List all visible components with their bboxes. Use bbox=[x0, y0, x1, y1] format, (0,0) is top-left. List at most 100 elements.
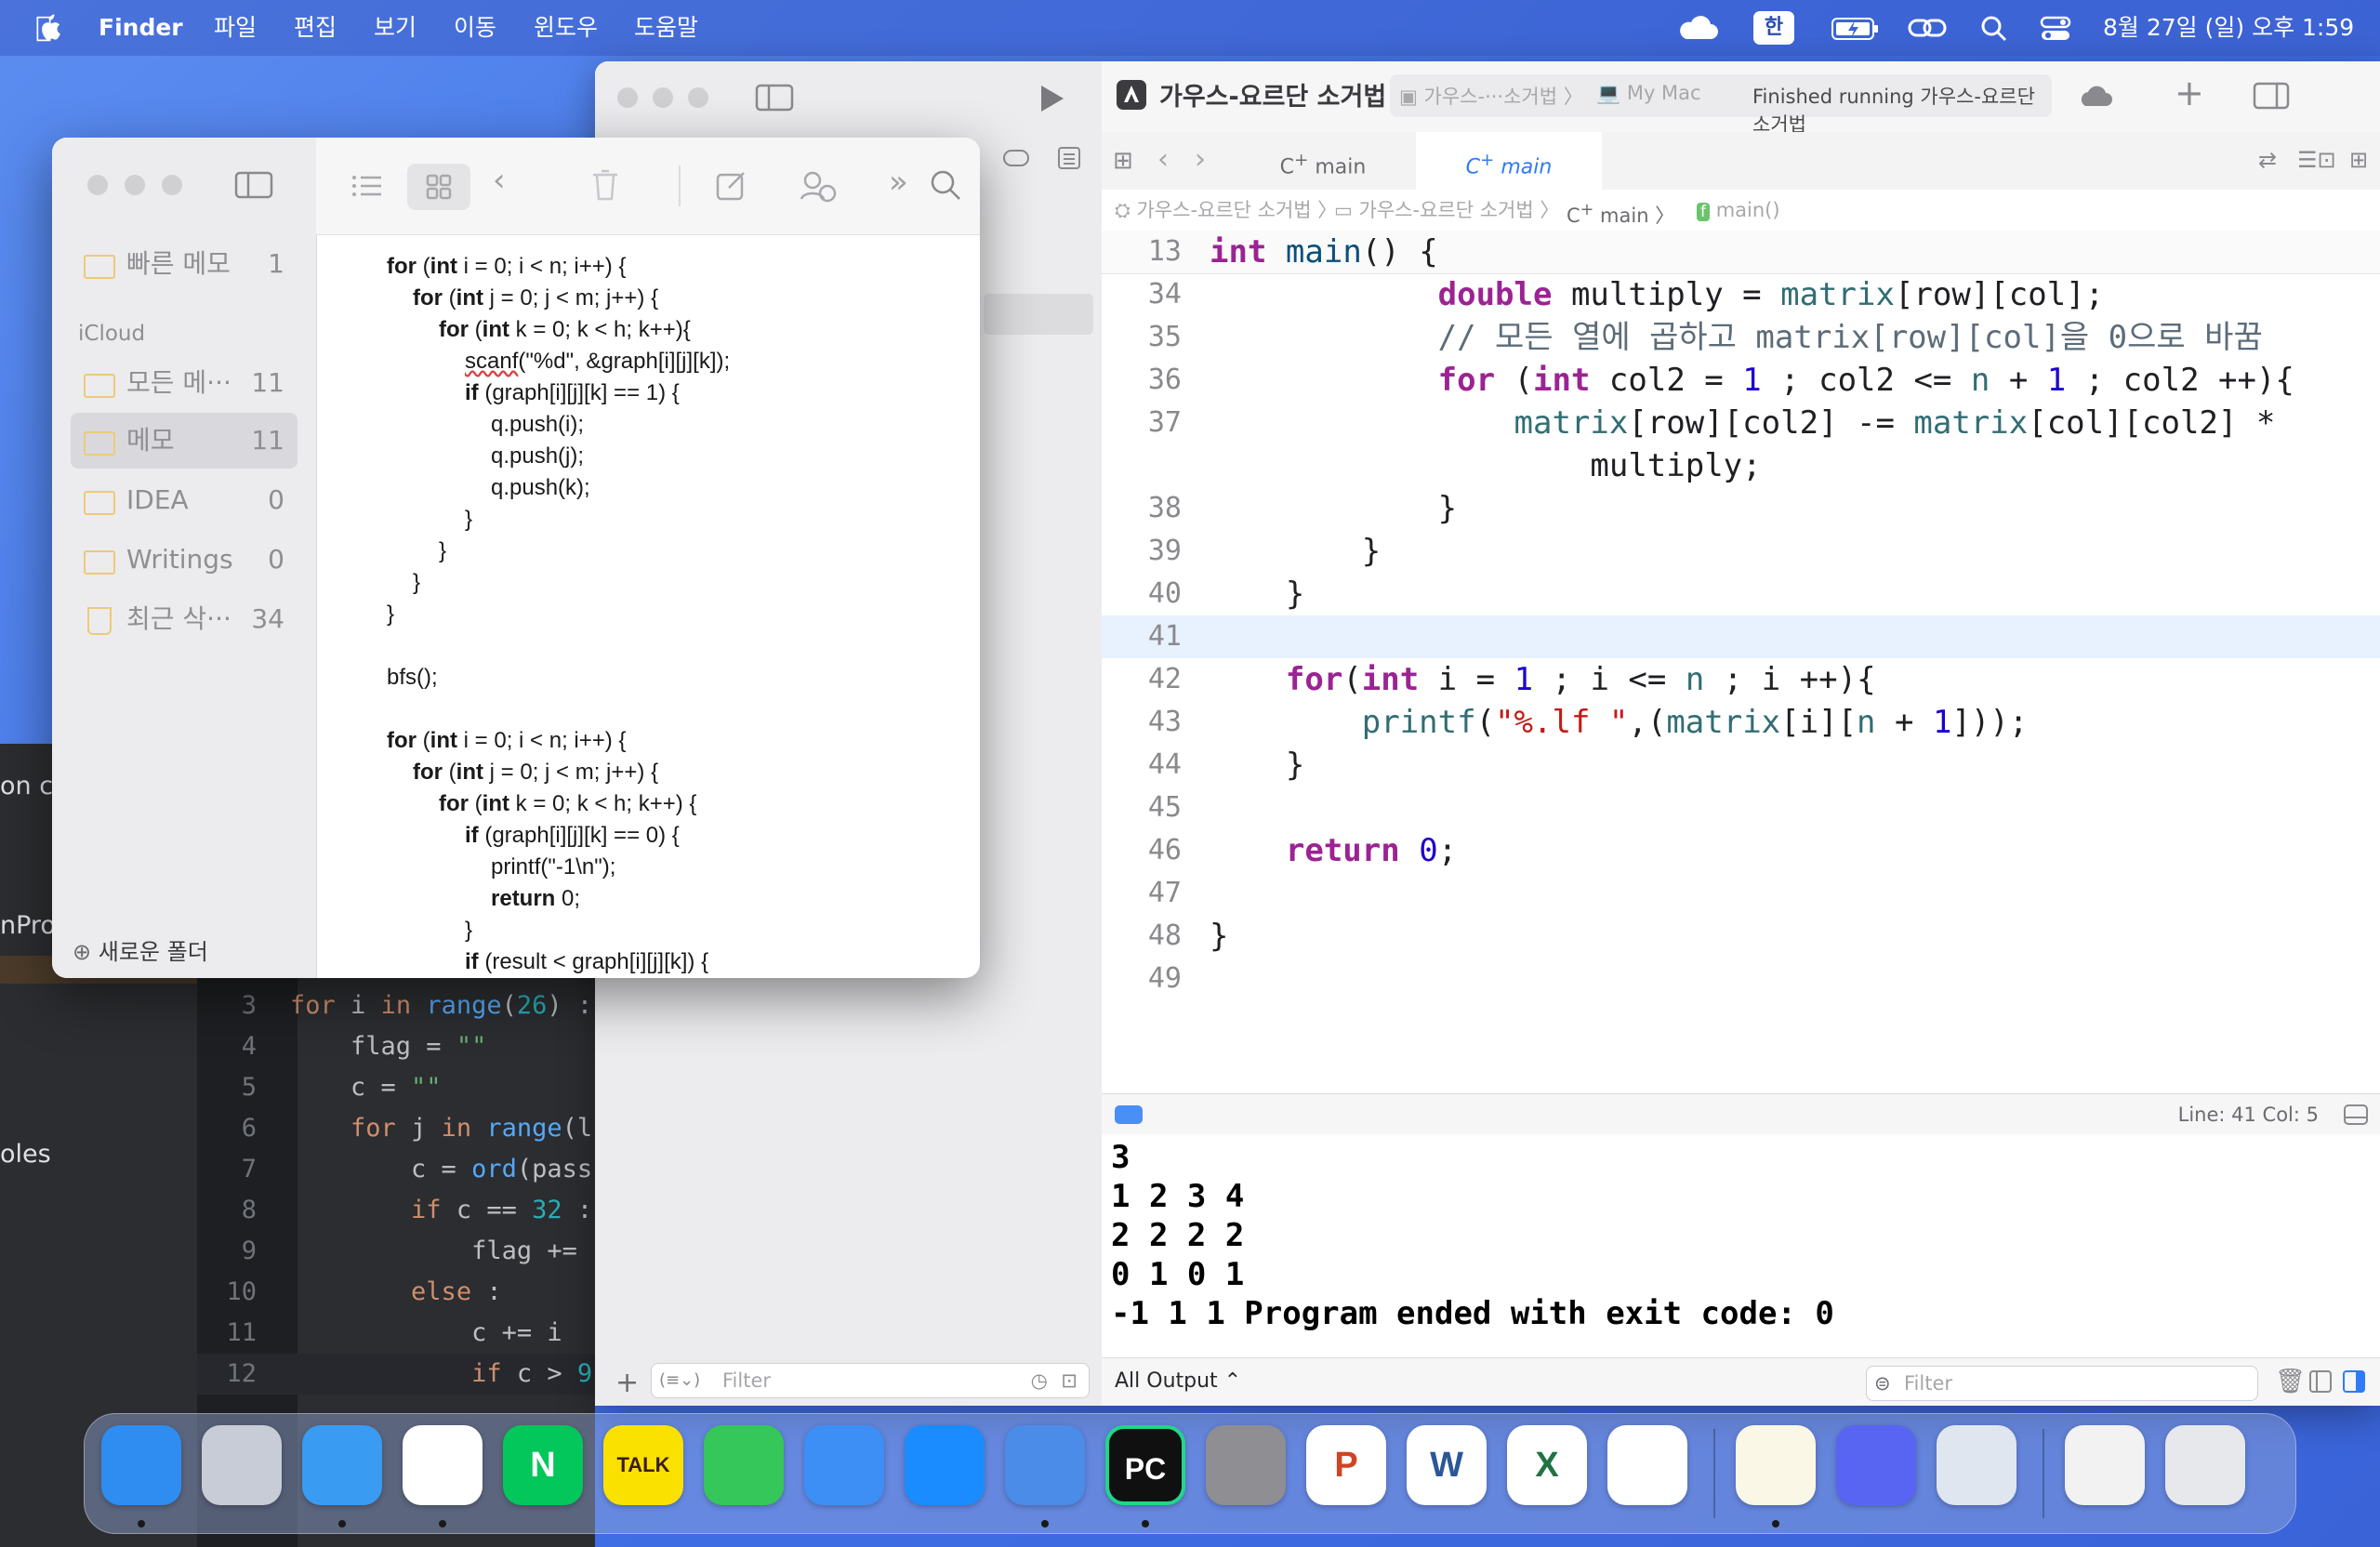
powerpoint-app-icon[interactable]: P bbox=[1306, 1425, 1386, 1505]
code-line[interactable]: 47 bbox=[1102, 872, 2380, 915]
menu-app-name[interactable]: Finder bbox=[99, 0, 183, 56]
code-line[interactable]: 6 for j in range(l bbox=[197, 1108, 595, 1149]
collaborate-icon[interactable] bbox=[800, 167, 837, 203]
folder-idea[interactable]: IDEA 0 bbox=[71, 472, 298, 528]
back-icon[interactable]: ‹ bbox=[1157, 143, 1169, 176]
menu-view[interactable]: 보기 bbox=[374, 0, 416, 56]
recent-files-icon[interactable]: ◷ bbox=[1031, 1364, 1048, 1397]
compose-icon[interactable] bbox=[716, 169, 747, 201]
discord-app-icon[interactable] bbox=[1836, 1425, 1916, 1505]
output-filter-select[interactable]: All Output ⌃ bbox=[1115, 1369, 1241, 1393]
control-center-icon[interactable] bbox=[2040, 15, 2071, 43]
code-line[interactable]: 45 bbox=[1102, 787, 2380, 829]
code-editor[interactable]: 13 int main() {34 double multiply = matri… bbox=[1102, 231, 2380, 1093]
cloud-status-icon[interactable] bbox=[2078, 84, 2115, 110]
minimize-button[interactable] bbox=[653, 87, 673, 108]
code-line[interactable]: 9 flag += bbox=[197, 1231, 595, 1272]
code-line[interactable]: multiply; bbox=[1102, 444, 2380, 487]
new-folder-button[interactable]: ⊕ 새로운 폴더 bbox=[73, 933, 208, 966]
console-filter-input[interactable]: ⊜ Filter bbox=[1866, 1366, 2258, 1401]
list-icon[interactable] bbox=[1056, 145, 1082, 171]
folder-recently-deleted[interactable]: 최근 삭··· 34 bbox=[71, 591, 298, 647]
breadcrumb-folder[interactable]: ▭ 가우스-요르단 소거법 〉 bbox=[1334, 190, 1559, 231]
input-method-indicator[interactable]: 한 bbox=[1753, 11, 1794, 45]
breadcrumb-project[interactable]: ⛭ 가우스-요르단 소거법 〉 bbox=[1115, 190, 1337, 231]
spotlight-search-icon[interactable] bbox=[1980, 15, 2008, 43]
tab-main-1[interactable]: C+ main bbox=[1230, 132, 1416, 190]
excel-app-icon[interactable]: X bbox=[1507, 1425, 1587, 1505]
split-editor-icon[interactable]: ⊞ bbox=[2349, 147, 2368, 173]
code-line[interactable]: 3 for i in range(26) : bbox=[197, 985, 595, 1026]
trash-app-icon[interactable] bbox=[2165, 1425, 2245, 1505]
close-button[interactable] bbox=[87, 175, 108, 195]
folder-quick-notes[interactable]: 빠른 메모 1 bbox=[71, 236, 298, 292]
navigator-filter-input[interactable]: (≡⌄) Filter ◷ ⊡ bbox=[651, 1363, 1090, 1398]
add-tab-icon[interactable]: + bbox=[2175, 73, 2204, 113]
code-line[interactable]: 36 for (int col2 = 1 ; col2 <= n + 1 ; c… bbox=[1102, 359, 2380, 402]
variables-view-icon[interactable] bbox=[2308, 1369, 2333, 1394]
code-line[interactable]: 5 c = "" bbox=[197, 1067, 595, 1108]
notes-app-icon[interactable] bbox=[1736, 1425, 1816, 1505]
messages-app-icon[interactable] bbox=[704, 1425, 784, 1505]
system-settings-app-icon[interactable] bbox=[1206, 1425, 1286, 1505]
activity-view[interactable]: ▣ 가우스-···소거법 〉 💻 My Mac Finished running… bbox=[1390, 74, 2052, 136]
code-line[interactable]: 35 // 모든 열에 곱하고 matrix[row][col]을 0으로 바꿈 bbox=[1102, 316, 2380, 359]
app-store-app-icon[interactable] bbox=[905, 1425, 985, 1505]
note-body[interactable]: for (int i = 0; i < n; i++) {for (int j … bbox=[316, 234, 980, 978]
zoom-button[interactable] bbox=[688, 87, 708, 108]
sidebar-toggle-icon[interactable] bbox=[755, 84, 794, 112]
finder-app-icon[interactable] bbox=[101, 1425, 181, 1505]
code-line[interactable]: 42 for(int i = 1 ; i <= n ; i ++){ bbox=[1102, 658, 2380, 701]
mail-app-icon[interactable] bbox=[804, 1425, 884, 1505]
tab-main-2[interactable]: C+ main bbox=[1416, 132, 1602, 190]
word-app-icon[interactable]: W bbox=[1407, 1425, 1487, 1505]
tag-icon[interactable] bbox=[1002, 147, 1030, 169]
hide-debug-area-icon[interactable] bbox=[2343, 1104, 2369, 1126]
code-line[interactable]: 39 } bbox=[1102, 530, 2380, 573]
code-line[interactable]: 44 } bbox=[1102, 744, 2380, 787]
menu-edit[interactable]: 편집 bbox=[294, 0, 337, 56]
folder-all-notes[interactable]: 모든 메··· 11 bbox=[71, 355, 298, 411]
back-icon[interactable]: ‹ bbox=[493, 162, 506, 199]
zoom-button[interactable] bbox=[162, 175, 182, 195]
code-line[interactable]: 12 if c > 9 bbox=[197, 1354, 595, 1395]
filter-options-icon[interactable]: (≡⌄) bbox=[659, 1364, 700, 1397]
menu-go[interactable]: 이동 bbox=[454, 0, 496, 56]
destination-selector[interactable]: 💻 My Mac bbox=[1596, 82, 1701, 105]
filter-scope-icon[interactable]: ⊡ bbox=[1061, 1364, 1078, 1397]
battery-icon[interactable] bbox=[1831, 17, 1880, 41]
code-line[interactable]: 13 int main() { bbox=[1102, 231, 2380, 274]
code-line[interactable]: 43 printf("%.lf ",(matrix[i][n + 1])); bbox=[1102, 701, 2380, 744]
console-output[interactable]: 31 2 3 42 2 2 20 1 0 1 -1 1 1 Program end… bbox=[1102, 1134, 2380, 1357]
screen-mirroring-icon[interactable] bbox=[1908, 15, 1949, 41]
icloud-icon[interactable] bbox=[1677, 15, 1718, 41]
more-icon[interactable]: » bbox=[889, 164, 908, 201]
debug-area-toggle-icon[interactable] bbox=[1115, 1105, 1143, 1124]
pycharm-app-icon[interactable]: PC bbox=[1105, 1425, 1185, 1505]
preview-app-icon[interactable] bbox=[1937, 1425, 2016, 1505]
menu-window[interactable]: 윈도우 bbox=[534, 0, 598, 56]
code-line[interactable]: 40 } bbox=[1102, 573, 2380, 615]
navigator-selected-row[interactable] bbox=[984, 294, 1093, 335]
chrome-window-app-icon[interactable] bbox=[2065, 1425, 2145, 1505]
folder-writings[interactable]: Writings 0 bbox=[71, 532, 298, 588]
safari-app-icon[interactable] bbox=[302, 1425, 382, 1505]
onedrive-app-icon[interactable] bbox=[1607, 1425, 1687, 1505]
delete-icon[interactable] bbox=[591, 169, 619, 201]
breadcrumb-file[interactable]: C+ main 〉 bbox=[1567, 190, 1674, 236]
kakaotalk-app-icon[interactable]: TALK bbox=[603, 1425, 683, 1505]
code-line[interactable]: 49 bbox=[1102, 958, 2380, 1000]
apple-logo-icon[interactable] bbox=[35, 13, 61, 43]
console-view-icon[interactable] bbox=[2342, 1369, 2366, 1394]
xcode-app-icon[interactable] bbox=[1005, 1425, 1085, 1505]
code-line[interactable]: 38 } bbox=[1102, 487, 2380, 530]
code-line[interactable]: 37 matrix[row][col2] -= matrix[col][col2… bbox=[1102, 402, 2380, 444]
search-icon[interactable] bbox=[930, 169, 961, 201]
chrome-app-icon[interactable] bbox=[403, 1425, 483, 1505]
code-line[interactable]: 46 return 0; bbox=[1102, 829, 2380, 872]
trash-icon[interactable]: 🗑 bbox=[2275, 1368, 2306, 1395]
code-line[interactable]: 41 bbox=[1102, 615, 2380, 658]
run-button-icon[interactable] bbox=[1038, 84, 1065, 113]
sidebar-toggle-icon[interactable] bbox=[234, 171, 273, 199]
menu-file[interactable]: 파일 bbox=[214, 0, 257, 56]
